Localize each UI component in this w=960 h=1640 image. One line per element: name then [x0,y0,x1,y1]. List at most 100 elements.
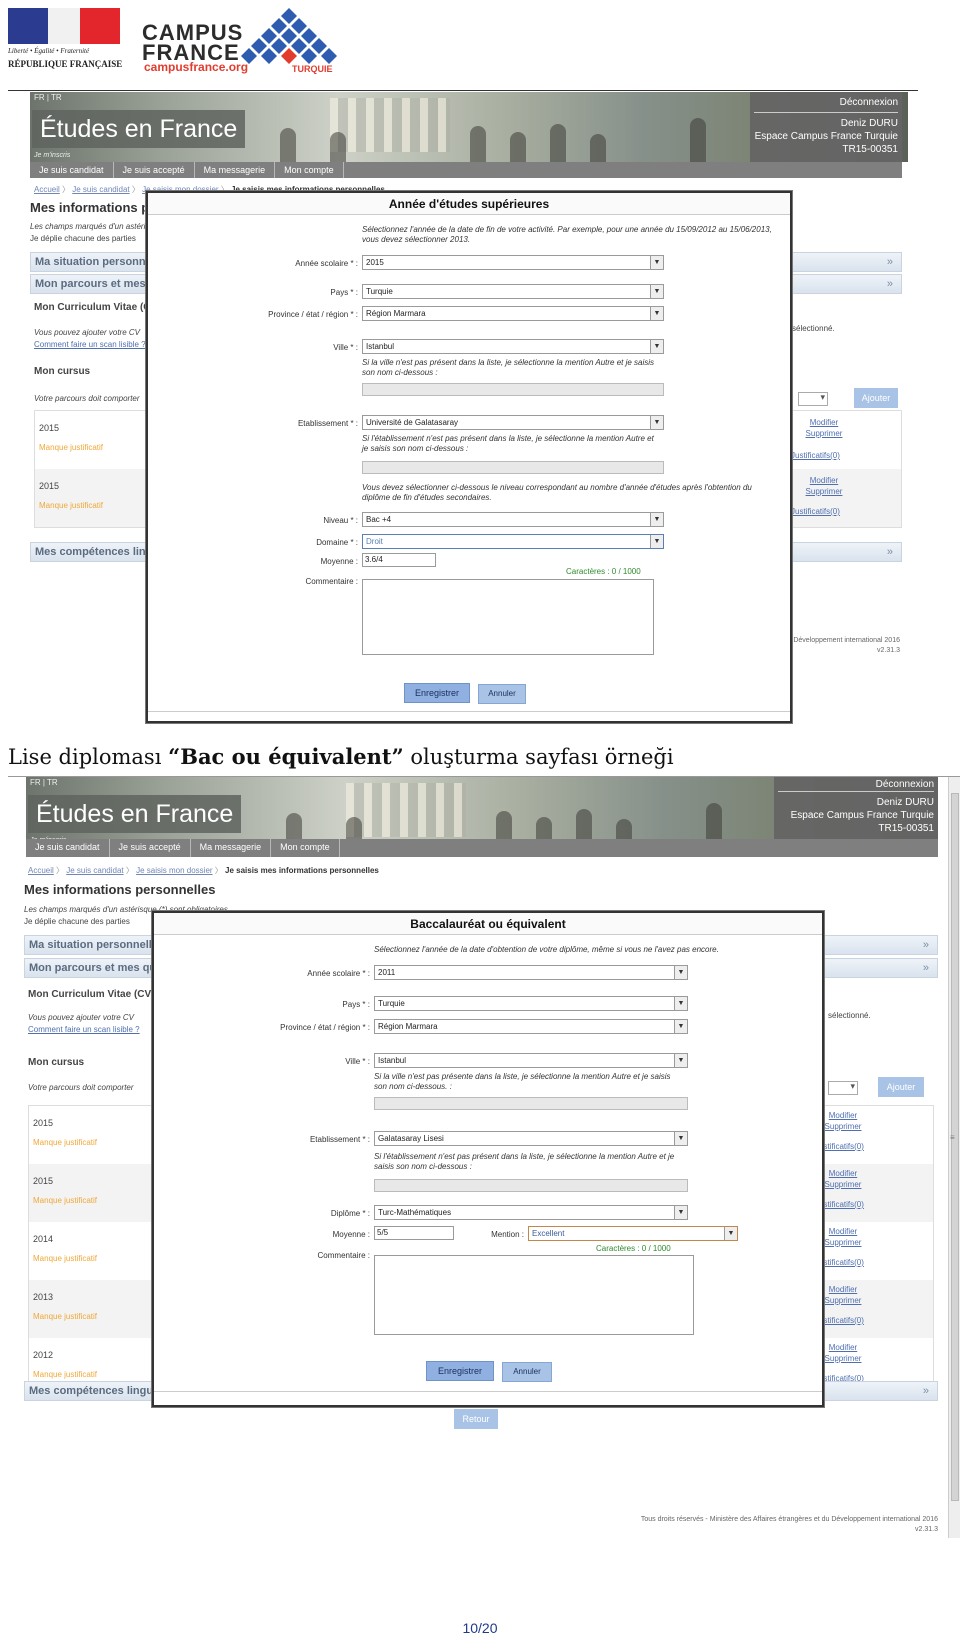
tab-mon-compte[interactable]: Mon compte [271,839,340,857]
logout-link[interactable]: Déconnexion [754,94,898,113]
supprimer-link[interactable]: Supprimer [801,486,847,497]
dropdown-arrow-icon: ▼ [724,1227,737,1240]
annuler-button[interactable]: Annuler [502,1362,552,1382]
breadcrumb-candidat[interactable]: Je suis candidat [72,185,129,194]
supprimer-link[interactable]: Supprimer [819,1353,867,1364]
select-mention-value: Excellent [532,1229,565,1238]
cursus-heading: Mon cursus [34,366,91,377]
breadcrumb-candidat[interactable]: Je suis candidat [66,866,123,875]
scrollbar-thumb[interactable] [951,793,959,1501]
select-etablissement[interactable]: Université de Galatasaray ▼ [362,415,664,430]
dropdown-arrow-icon: ▼ [674,966,687,979]
select-province-value: Région Marmara [366,309,426,318]
select-ville[interactable]: Istanbul ▼ [362,339,664,354]
cv-help-link[interactable]: Comment faire un scan lisible ? [28,1025,140,1034]
help-etablissement: Si l'établissement n'est pas présent dan… [374,1152,675,1171]
page-scrollbar[interactable]: ≡ [948,777,960,1538]
input-etablissement-autre[interactable] [374,1179,688,1192]
breadcrumb-accueil[interactable]: Accueil [34,185,60,194]
modifier-link[interactable]: Modifier [819,1168,867,1179]
select-pays[interactable]: Turquie ▼ [362,284,664,299]
input-etablissement-autre[interactable] [362,461,664,474]
modifier-link[interactable]: Modifier [819,1226,867,1237]
cv-help-link[interactable]: Comment faire un scan lisible ? [34,340,146,349]
supprimer-link[interactable]: Supprimer [819,1237,867,1248]
tab-ma-messagerie[interactable]: Ma messagerie [195,162,276,178]
textarea-commentaire[interactable] [362,579,654,655]
enregistrer-button[interactable]: Enregistrer [426,1361,494,1381]
retour-button[interactable]: Retour [454,1409,498,1429]
tab-je-suis-candidat[interactable]: Je suis candidat [26,839,110,857]
page-title: Mes informations personnelles [24,882,216,897]
select-pays[interactable]: Turquie ▼ [374,996,688,1011]
supprimer-link[interactable]: Supprimer [819,1121,867,1132]
modifier-link[interactable]: Modifier [801,417,847,428]
cursus-type-select[interactable] [828,1081,858,1095]
textarea-commentaire[interactable] [374,1255,694,1335]
input-ville-autre[interactable] [374,1097,688,1110]
language-switch[interactable]: FR | TR [30,778,58,787]
footer-version: v2.31.3 [915,1526,938,1533]
dropdown-arrow-icon: ▼ [650,535,663,548]
select-province[interactable]: Région Marmara ▼ [362,306,664,321]
select-annee[interactable]: 2011 ▼ [374,965,688,980]
input-moyenne[interactable]: 3.6/4 [362,553,436,567]
footer-copyright: Tous droits réservés - Ministère des Aff… [640,1516,938,1523]
input-ville-autre[interactable] [362,383,664,396]
select-pays-value: Turquie [378,999,405,1008]
cv-selected: sélectionné. [792,324,835,333]
select-mention[interactable]: Excellent ▼ [528,1226,738,1241]
help-etablissement: Si l'établissement n'est pas présent dan… [362,434,654,453]
breadcrumb-dossier[interactable]: Je saisis mon dossier [136,866,212,875]
label-province: Province / état / région * : [280,1023,370,1032]
screenshot-baccalaureat: FR | TR Études en France Je m'inscris Dé… [8,776,960,1538]
annuler-button[interactable]: Annuler [478,684,526,704]
select-domaine[interactable]: Droit ▼ [362,534,664,549]
select-annee-value: 2011 [378,968,396,977]
justificatifs-link[interactable]: Justificatifs(0) [791,507,840,516]
input-moyenne[interactable]: 5/5 [374,1226,454,1240]
label-domaine: Domaine * : [316,538,358,547]
row-year: 2015 [39,481,60,491]
cursus-type-select[interactable] [798,392,828,406]
select-etablissement[interactable]: Galatasaray Lisesi ▼ [374,1131,688,1146]
french-flag-icon [8,8,120,44]
select-ville-value: Istanbul [378,1056,407,1065]
row-actions: Modifier Supprimer [801,417,847,439]
modifier-link[interactable]: Modifier [819,1342,867,1353]
document-header: Liberté • Égalité • Fraternité RÉPUBLIQU… [0,0,960,92]
supprimer-link[interactable]: Supprimer [819,1295,867,1306]
ajouter-button[interactable]: Ajouter [878,1077,924,1097]
label-annee: Année scolaire * : [307,969,370,978]
modifier-link[interactable]: Modifier [819,1110,867,1121]
language-switch[interactable]: FR | TR [34,93,62,102]
modal-footer-divider [148,711,790,712]
modifier-link[interactable]: Modifier [819,1284,867,1295]
tab-je-suis-accepte[interactable]: Je suis accepté [110,839,191,857]
modal-title: Année d'études supérieures [148,193,790,215]
select-province[interactable]: Région Marmara ▼ [374,1019,688,1034]
supprimer-link[interactable]: Supprimer [819,1179,867,1190]
tab-je-suis-accepte[interactable]: Je suis accepté [114,162,195,178]
justificatifs-link[interactable]: Justificatifs(0) [791,451,840,460]
enregistrer-button[interactable]: Enregistrer [404,683,470,703]
row-status: Manque justificatif [33,1254,98,1263]
tab-je-suis-candidat[interactable]: Je suis candidat [30,162,114,178]
logout-link[interactable]: Déconnexion [778,779,934,792]
label-mention: Mention : [491,1230,524,1239]
breadcrumb-accueil[interactable]: Accueil [28,866,54,875]
select-annee-value: 2015 [366,258,384,267]
mini-link[interactable]: Je m'inscris [34,152,70,159]
tab-ma-messagerie[interactable]: Ma messagerie [191,839,272,857]
supprimer-link[interactable]: Supprimer [801,428,847,439]
ajouter-button[interactable]: Ajouter [854,388,898,408]
select-ville[interactable]: Istanbul ▼ [374,1053,688,1068]
select-diplome[interactable]: Turc-Mathématiques ▼ [374,1205,688,1220]
select-annee[interactable]: 2015 ▼ [362,255,664,270]
modal-title: Baccalauréat ou équivalent [154,913,822,935]
user-box: Déconnexion Deniz DURU Espace Campus Fra… [750,92,902,162]
modifier-link[interactable]: Modifier [801,475,847,486]
select-niveau[interactable]: Bac +4 ▼ [362,512,664,527]
select-domaine-value: Droit [366,537,383,546]
tab-mon-compte[interactable]: Mon compte [275,162,344,178]
